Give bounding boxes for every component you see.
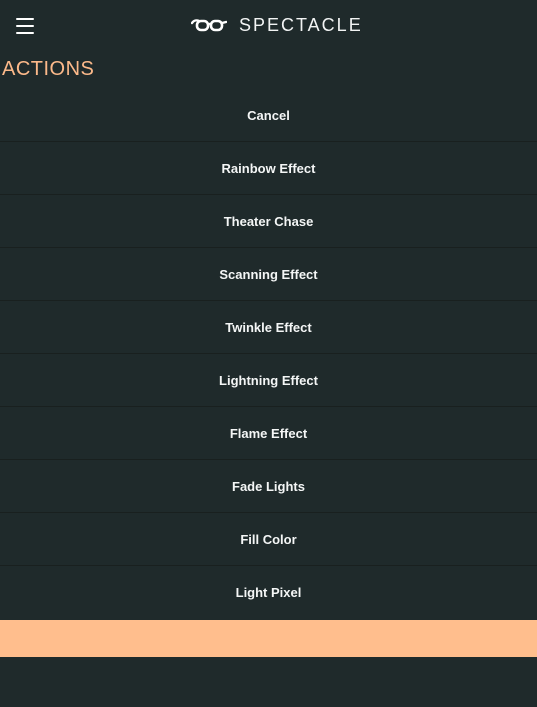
- action-list: Cancel Rainbow Effect Theater Chase Scan…: [0, 89, 537, 619]
- action-theater-chase[interactable]: Theater Chase: [0, 195, 537, 248]
- action-fade-lights[interactable]: Fade Lights: [0, 460, 537, 513]
- action-rainbow-effect[interactable]: Rainbow Effect: [0, 142, 537, 195]
- action-twinkle-effect[interactable]: Twinkle Effect: [0, 301, 537, 354]
- spectacle-glasses-logo-icon: [191, 19, 227, 32]
- action-cancel[interactable]: Cancel: [0, 89, 537, 142]
- menu-bar-top: [16, 18, 34, 20]
- action-flame-effect[interactable]: Flame Effect: [0, 407, 537, 460]
- hamburger-menu-icon[interactable]: [14, 16, 36, 36]
- menu-bar-middle: [16, 25, 34, 27]
- action-scanning-effect[interactable]: Scanning Effect: [0, 248, 537, 301]
- action-fill-color[interactable]: Fill Color: [0, 513, 537, 566]
- brand-name: SPECTACLE: [239, 14, 363, 35]
- app-header: SPECTACLE: [0, 0, 537, 52]
- accent-bar: [0, 620, 537, 657]
- brand: SPECTACLE: [191, 14, 363, 36]
- action-light-pixel[interactable]: Light Pixel: [0, 566, 537, 619]
- menu-bar-bottom: [16, 32, 34, 34]
- action-lightning-effect[interactable]: Lightning Effect: [0, 354, 537, 407]
- section-title: ACTIONS: [2, 58, 95, 80]
